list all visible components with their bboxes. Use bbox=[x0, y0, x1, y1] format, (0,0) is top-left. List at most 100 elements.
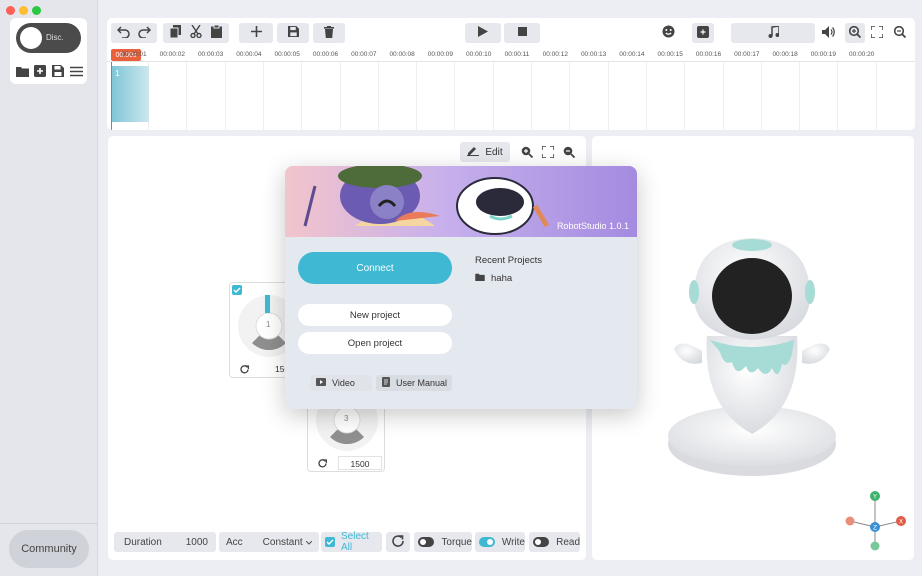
timeline-gridline bbox=[722, 62, 724, 130]
volume-button[interactable] bbox=[819, 23, 839, 43]
read-toggle[interactable]: Read bbox=[529, 532, 580, 552]
servo-value[interactable]: 1500 bbox=[338, 456, 382, 470]
timeline-gridline bbox=[607, 62, 609, 130]
timeline-gridline bbox=[492, 62, 494, 130]
timeline-zoom-in-button[interactable] bbox=[845, 23, 865, 43]
undo-icon[interactable] bbox=[116, 25, 130, 41]
timeline-gridline bbox=[377, 62, 379, 130]
timeline[interactable]: 1 00.00s 00:00:01 00:00:02 00:00:03 00:00:0… bbox=[107, 48, 915, 130]
timeline-fit-button[interactable] bbox=[867, 23, 887, 43]
chevron-down-icon bbox=[305, 537, 313, 548]
window-zoom-button[interactable] bbox=[32, 6, 41, 15]
window-close-button[interactable] bbox=[6, 6, 15, 15]
editor-fit-icon[interactable] bbox=[539, 143, 557, 161]
timeline-gridline bbox=[531, 62, 532, 130]
editor-zoom-out-icon[interactable] bbox=[560, 143, 578, 161]
recent-projects-title: Recent Projects bbox=[475, 255, 543, 266]
toolbar bbox=[107, 18, 915, 48]
open-project-button[interactable]: Open project bbox=[298, 332, 452, 354]
read-switch[interactable] bbox=[533, 537, 550, 547]
servo-number: 3 bbox=[344, 414, 349, 423]
ruler-tick-label: 00:00:09 bbox=[427, 51, 454, 58]
stop-icon bbox=[517, 27, 527, 39]
add-frame-button[interactable] bbox=[239, 23, 273, 43]
servo-reset-icon[interactable] bbox=[234, 362, 254, 376]
new-project-button[interactable]: New project bbox=[298, 304, 452, 326]
rail-divider bbox=[0, 523, 98, 524]
window-minimize-button[interactable] bbox=[19, 6, 28, 15]
save-icon[interactable] bbox=[51, 65, 65, 77]
acceleration-select[interactable]: Acc Constant bbox=[219, 532, 319, 552]
delete-frame-button[interactable] bbox=[313, 23, 345, 43]
timeline-clip[interactable]: 1 bbox=[112, 66, 149, 122]
write-toggle[interactable]: Write bbox=[475, 532, 525, 552]
screen-expression-button[interactable] bbox=[692, 23, 714, 43]
pencil-icon bbox=[467, 145, 480, 159]
duration-field[interactable]: Duration 1000 bbox=[114, 532, 216, 552]
community-button[interactable]: Community bbox=[9, 530, 89, 568]
cut-icon[interactable] bbox=[190, 24, 202, 41]
paste-icon[interactable] bbox=[211, 24, 222, 41]
acc-label: Acc bbox=[226, 536, 243, 548]
write-switch[interactable] bbox=[479, 537, 495, 547]
new-file-icon[interactable] bbox=[33, 65, 47, 77]
folder-icon[interactable] bbox=[15, 65, 29, 77]
robot-3d-viewer[interactable]: Y X Z bbox=[592, 136, 914, 560]
torque-switch[interactable] bbox=[418, 537, 435, 547]
manual-icon bbox=[382, 377, 390, 389]
connection-card: Disc. bbox=[10, 18, 87, 84]
welcome-banner: RobotStudio 1.0.1 bbox=[285, 166, 637, 237]
emotion-button[interactable] bbox=[657, 23, 679, 43]
menu-icon[interactable] bbox=[69, 65, 83, 77]
zoom-in-icon bbox=[848, 25, 862, 41]
svg-text:Y: Y bbox=[872, 494, 877, 501]
timeline-zoom-out-button[interactable] bbox=[890, 23, 910, 43]
user-manual-button[interactable]: User Manual bbox=[376, 375, 452, 391]
write-label: Write bbox=[501, 536, 525, 548]
ruler-tick-label: 00:00:04 bbox=[236, 51, 262, 58]
recent-project-item[interactable]: haha bbox=[475, 273, 512, 284]
timeline-gridline bbox=[799, 62, 801, 130]
torque-toggle[interactable]: Torque bbox=[414, 532, 472, 552]
ruler-tick-label: 00:00:03 bbox=[197, 51, 224, 58]
select-all-label: Select All bbox=[341, 531, 369, 553]
svg-text:Z: Z bbox=[873, 525, 877, 532]
editor-zoom-in-icon[interactable] bbox=[518, 143, 536, 161]
left-rail: Disc. Community bbox=[0, 0, 98, 576]
ruler-tick-label: 00:00:08 bbox=[389, 51, 415, 58]
reset-all-button[interactable] bbox=[386, 532, 410, 552]
edit-button[interactable]: Edit bbox=[460, 142, 510, 162]
redo-icon[interactable] bbox=[138, 25, 152, 41]
face-icon bbox=[662, 25, 675, 41]
reset-icon bbox=[392, 534, 404, 550]
connect-button[interactable]: Connect bbox=[298, 252, 452, 284]
stop-button[interactable] bbox=[504, 23, 540, 43]
folder-icon bbox=[475, 273, 485, 284]
video-button[interactable]: Video bbox=[310, 375, 372, 391]
timeline-gridline bbox=[837, 62, 839, 130]
save-frame-button[interactable] bbox=[277, 23, 309, 43]
ruler-tick-label: 00:00:18 bbox=[772, 51, 798, 58]
music-button[interactable] bbox=[731, 23, 815, 43]
play-button[interactable] bbox=[465, 23, 501, 43]
acc-value[interactable]: Constant bbox=[263, 537, 303, 548]
select-all-checkbox[interactable]: Select All bbox=[321, 531, 382, 553]
duration-value[interactable]: 1000 bbox=[186, 537, 208, 548]
timeline-gridline bbox=[875, 62, 877, 130]
save-icon bbox=[287, 26, 299, 40]
ruler-tick-label: 00:00:14 bbox=[619, 51, 645, 58]
timeline-gridline bbox=[569, 62, 571, 130]
clip-label: 1 bbox=[115, 69, 120, 78]
trash-icon bbox=[324, 25, 334, 41]
clipboard-group bbox=[163, 23, 229, 43]
copy-icon[interactable] bbox=[169, 25, 181, 41]
ruler-tick-label: 00:00:11 bbox=[504, 51, 530, 58]
recent-project-name: haha bbox=[491, 273, 513, 284]
axis-gizmo[interactable]: Y X Z bbox=[838, 488, 908, 554]
welcome-dialog: RobotStudio 1.0.1 Connect New project Op… bbox=[285, 166, 637, 409]
ruler-tick-label: 00:00:07 bbox=[351, 51, 377, 58]
connection-toggle[interactable]: Disc. bbox=[16, 23, 81, 53]
ruler-tick-label: 00:00:10 bbox=[466, 51, 492, 58]
servo-reset-icon[interactable] bbox=[312, 456, 332, 470]
servo-select-checkbox[interactable] bbox=[232, 285, 242, 295]
